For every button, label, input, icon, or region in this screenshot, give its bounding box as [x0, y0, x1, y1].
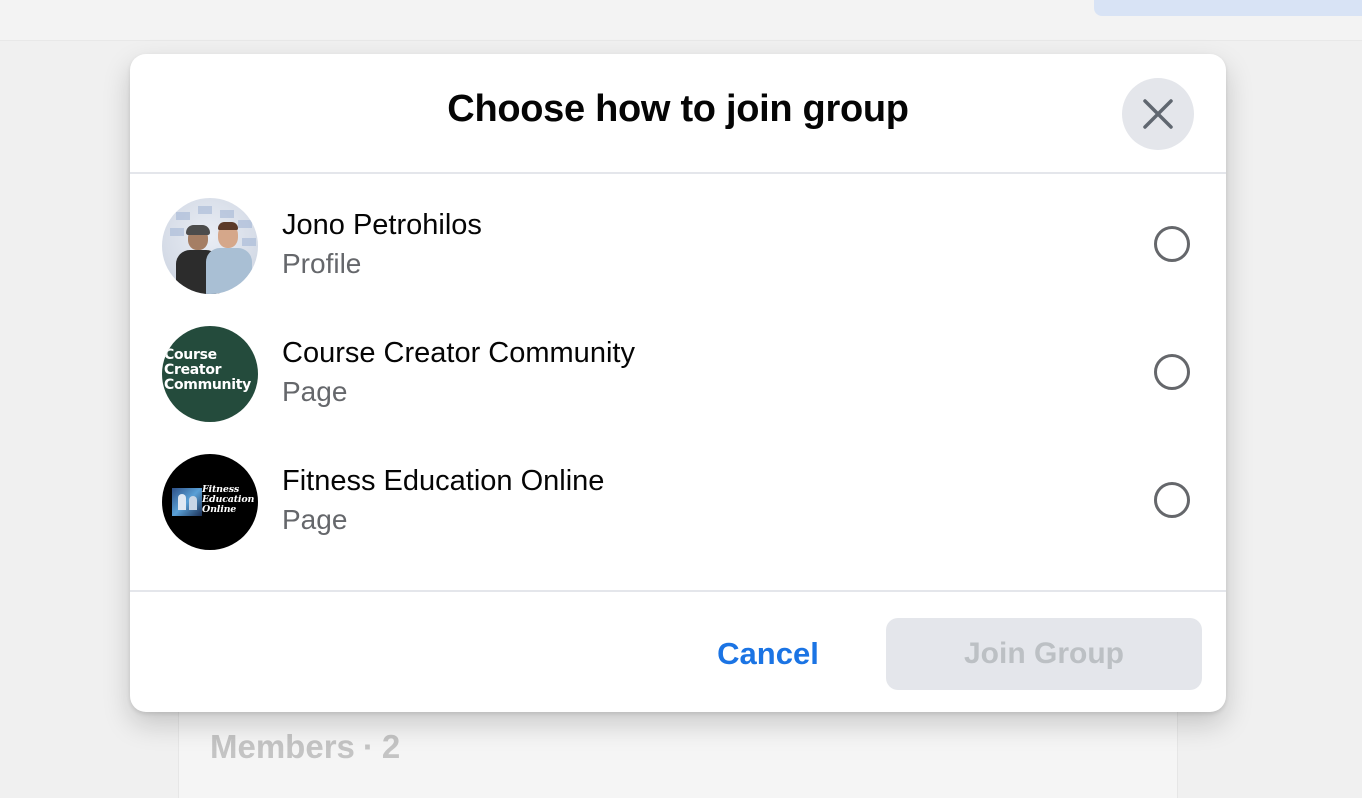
members-heading: Members · 2 — [210, 728, 400, 766]
top-bar-button[interactable] — [1094, 0, 1362, 16]
option-text: Course Creator Community Page — [282, 334, 635, 412]
logo-photo — [172, 488, 202, 516]
option-radio[interactable] — [1154, 354, 1190, 390]
option-row-fitness-education-online[interactable]: Fitness Education Online Fitness Educati… — [130, 438, 1226, 566]
option-row-jono-petrohilos[interactable]: Jono Petrohilos Profile — [130, 182, 1226, 310]
avatar-page-logo: Course Creator Community — [162, 326, 258, 422]
members-separator: · — [362, 728, 374, 765]
avatar-profile-photo — [162, 198, 258, 294]
option-text: Jono Petrohilos Profile — [282, 206, 482, 284]
top-navigation-bar — [0, 0, 1362, 41]
join-group-button[interactable]: Join Group — [886, 618, 1202, 690]
dialog-footer: Cancel Join Group — [130, 590, 1226, 712]
avatar-page-logo: Fitness Education Online — [162, 454, 258, 550]
option-name: Fitness Education Online — [282, 465, 605, 497]
option-type: Profile — [282, 248, 362, 279]
person-figure — [206, 222, 252, 294]
join-group-dialog: Choose how to join group Jono Petrohilos… — [130, 54, 1226, 712]
option-name: Jono Petrohilos — [282, 209, 482, 241]
close-icon — [1143, 99, 1173, 129]
avatar-logo-text: Course Creator Community — [164, 347, 251, 393]
option-radio[interactable] — [1154, 482, 1190, 518]
option-row-course-creator-community[interactable]: Course Creator Community Course Creator … — [130, 310, 1226, 438]
members-label: Members — [210, 728, 355, 765]
option-type: Page — [282, 504, 348, 535]
option-name: Course Creator Community — [282, 337, 635, 369]
option-text: Fitness Education Online Page — [282, 462, 604, 540]
members-count: 2 — [381, 728, 401, 765]
close-button[interactable] — [1122, 78, 1194, 150]
dialog-header: Choose how to join group — [130, 54, 1226, 174]
join-as-option-list: Jono Petrohilos Profile Course Creator C… — [130, 174, 1226, 566]
avatar-logo-text: Fitness Education Online — [202, 484, 255, 515]
cancel-button[interactable]: Cancel — [694, 618, 842, 690]
option-type: Page — [282, 376, 348, 407]
dialog-title: Choose how to join group — [447, 88, 909, 130]
option-radio[interactable] — [1154, 226, 1190, 262]
